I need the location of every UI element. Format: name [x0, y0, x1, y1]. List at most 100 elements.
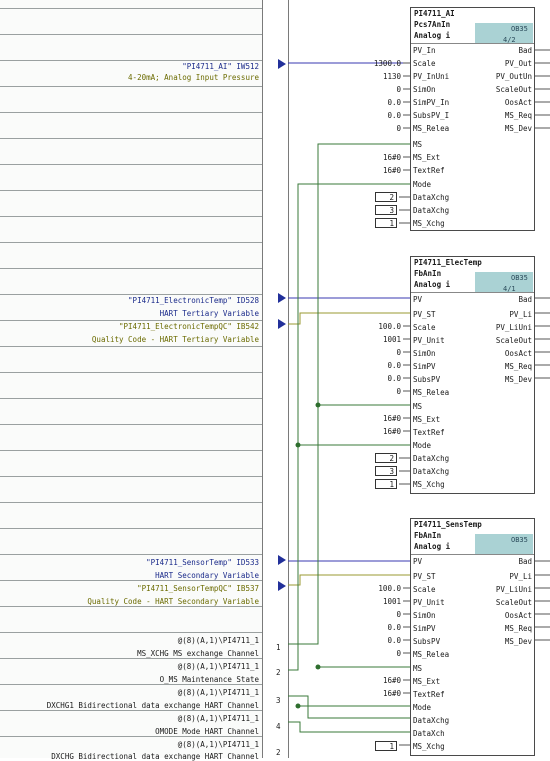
- pin-scaleout[interactable]: ScaleOut: [496, 85, 532, 94]
- input-value[interactable]: 0: [341, 85, 401, 94]
- pin-pv[interactable]: PV: [413, 295, 422, 304]
- pin-ms-dev[interactable]: MS_Dev: [505, 124, 532, 133]
- pin-ms-dev[interactable]: MS_Dev: [505, 637, 532, 646]
- input-value[interactable]: 16#0: [341, 153, 401, 162]
- pin-pv[interactable]: PV: [413, 557, 422, 566]
- input-value[interactable]: 1300.0: [341, 59, 401, 68]
- pin-pv-liuni[interactable]: PV_LiUni: [496, 585, 532, 594]
- pin-mode[interactable]: Mode: [413, 703, 431, 712]
- input-value[interactable]: 16#0: [341, 166, 401, 175]
- input-value[interactable]: 1130: [341, 72, 401, 81]
- pin-bad[interactable]: Bad: [518, 46, 532, 55]
- pin-ms-ext[interactable]: MS_Ext: [413, 677, 440, 686]
- function-block-pi4711-electemp[interactable]: PI4711_ElecTemp FbAnIn Analog i OB35 4/1…: [410, 256, 535, 494]
- pin-oosact[interactable]: OosAct: [505, 349, 532, 358]
- input-value[interactable]: 0.0: [341, 623, 401, 632]
- pin-pv-st[interactable]: PV_ST: [413, 310, 436, 319]
- pin-pv-unit[interactable]: PV_Unit: [413, 336, 445, 345]
- pin-dataxchg[interactable]: DataXchg: [413, 193, 449, 202]
- pin-pv-st[interactable]: PV_ST: [413, 572, 436, 581]
- connector-number-box[interactable]: 3: [375, 466, 397, 476]
- pin-scaleout[interactable]: ScaleOut: [496, 598, 532, 607]
- pin-ms-dev[interactable]: MS_Dev: [505, 375, 532, 384]
- input-value[interactable]: 16#0: [341, 689, 401, 698]
- input-value[interactable]: 0: [341, 348, 401, 357]
- pin-scale[interactable]: Scale: [413, 59, 436, 68]
- pin-oosact[interactable]: OosAct: [505, 611, 532, 620]
- pin-pv-li[interactable]: PV_Li: [509, 572, 532, 581]
- pin-bad[interactable]: Bad: [518, 557, 532, 566]
- pin-subspv[interactable]: SubsPV: [413, 375, 440, 384]
- connector-number-box[interactable]: 1: [375, 218, 397, 228]
- input-value[interactable]: 0: [341, 124, 401, 133]
- input-value[interactable]: 100.0: [341, 322, 401, 331]
- pin-pv-liuni[interactable]: PV_LiUni: [496, 323, 532, 332]
- pin-ms-ext[interactable]: MS_Ext: [413, 153, 440, 162]
- pin-scale[interactable]: Scale: [413, 585, 436, 594]
- pin-simpv[interactable]: SimPV: [413, 362, 436, 371]
- pin-ms-req[interactable]: MS_Req: [505, 111, 532, 120]
- input-value[interactable]: 0.0: [341, 361, 401, 370]
- pin-pv-li[interactable]: PV_Li: [509, 310, 532, 319]
- pin-pv-in[interactable]: PV_In: [413, 46, 436, 55]
- function-block-pi4711-senstemp[interactable]: PI4711_SensTemp FbAnIn Analog i OB35 PV …: [410, 518, 535, 756]
- pin-pv-outun[interactable]: PV_OutUn: [496, 72, 532, 81]
- pin-dataxchg[interactable]: DataXchg: [413, 467, 449, 476]
- connector-number-box[interactable]: 2: [375, 192, 397, 202]
- input-value[interactable]: 100.0: [341, 584, 401, 593]
- input-value[interactable]: 0: [341, 610, 401, 619]
- pin-dataxchg[interactable]: DataXchg: [413, 206, 449, 215]
- input-value[interactable]: 16#0: [341, 427, 401, 436]
- pin-ms-relea[interactable]: MS_Relea: [413, 650, 449, 659]
- pin-ms-req[interactable]: MS_Req: [505, 624, 532, 633]
- pin-ms-xchg[interactable]: MS_Xchg: [413, 480, 445, 489]
- input-value[interactable]: 0.0: [341, 111, 401, 120]
- connector-number-box[interactable]: 3: [375, 205, 397, 215]
- pin-ms-relea[interactable]: MS_Relea: [413, 388, 449, 397]
- pin-oosact[interactable]: OosAct: [505, 98, 532, 107]
- pin-ms[interactable]: MS: [413, 664, 422, 673]
- pin-ms[interactable]: MS: [413, 140, 422, 149]
- input-value[interactable]: 0.0: [341, 636, 401, 645]
- input-value[interactable]: 1001: [341, 597, 401, 606]
- function-block-pi4711-ai[interactable]: PI4711_AI Pcs7AnIn Analog i OB35 4/2 PV_…: [410, 7, 535, 231]
- connector-number-box[interactable]: 1: [375, 741, 397, 751]
- input-value[interactable]: 0.0: [341, 98, 401, 107]
- connector-number-box[interactable]: 1: [375, 479, 397, 489]
- pin-dataxchg[interactable]: DataXchg: [413, 716, 449, 725]
- pin-simon[interactable]: SimOn: [413, 349, 436, 358]
- pin-pv-inuni[interactable]: PV_InUni: [413, 72, 449, 81]
- pin-simpv-in[interactable]: SimPV_In: [413, 98, 449, 107]
- input-value[interactable]: 1001: [341, 335, 401, 344]
- pin-simon[interactable]: SimOn: [413, 611, 436, 620]
- input-value[interactable]: 16#0: [341, 676, 401, 685]
- pin-simpv[interactable]: SimPV: [413, 624, 436, 633]
- input-value[interactable]: 0.0: [341, 374, 401, 383]
- pin-ms-xchg[interactable]: MS_Xchg: [413, 742, 445, 751]
- pin-dataxchg[interactable]: DataXchg: [413, 454, 449, 463]
- pin-textref[interactable]: TextRef: [413, 428, 445, 437]
- pin-mode[interactable]: Mode: [413, 441, 431, 450]
- pin-textref[interactable]: TextRef: [413, 166, 445, 175]
- pin-ms-xchg[interactable]: MS_Xchg: [413, 219, 445, 228]
- connector-number-box[interactable]: 2: [375, 453, 397, 463]
- pin-ms-relea[interactable]: MS_Relea: [413, 124, 449, 133]
- pin-scaleout[interactable]: ScaleOut: [496, 336, 532, 345]
- pin-textref[interactable]: TextRef: [413, 690, 445, 699]
- pin-scale[interactable]: Scale: [413, 323, 436, 332]
- pin-simon[interactable]: SimOn: [413, 85, 436, 94]
- pin-subspv[interactable]: SubsPV: [413, 637, 440, 646]
- pin-dataxch[interactable]: DataXch: [413, 729, 445, 738]
- pin-ms[interactable]: MS: [413, 402, 422, 411]
- pin-pv-out[interactable]: PV_Out: [505, 59, 532, 68]
- pin-pv-unit[interactable]: PV_Unit: [413, 598, 445, 607]
- output-stubs: [533, 297, 550, 379]
- pin-bad[interactable]: Bad: [518, 295, 532, 304]
- input-value[interactable]: 0: [341, 649, 401, 658]
- input-value[interactable]: 16#0: [341, 414, 401, 423]
- input-value[interactable]: 0: [341, 387, 401, 396]
- pin-subspv[interactable]: SubsPV_I: [413, 111, 449, 120]
- pin-mode[interactable]: Mode: [413, 180, 431, 189]
- pin-ms-req[interactable]: MS_Req: [505, 362, 532, 371]
- pin-ms-ext[interactable]: MS_Ext: [413, 415, 440, 424]
